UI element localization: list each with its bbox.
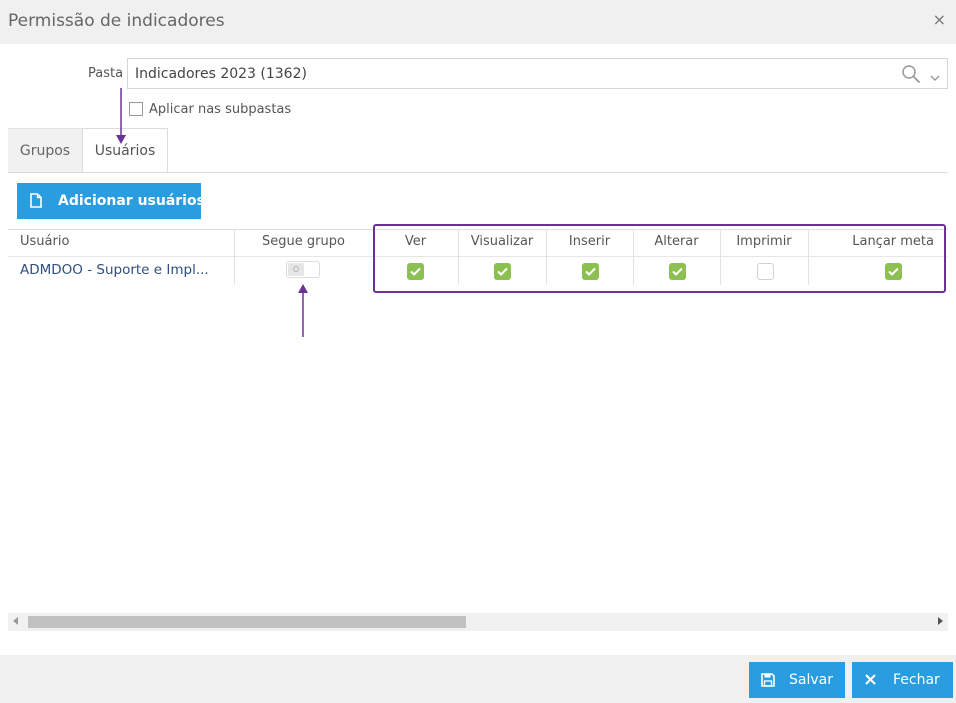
check-icon [410, 267, 421, 276]
check-icon [888, 267, 899, 276]
column-header-imprimir[interactable]: Imprimir [720, 234, 808, 249]
pasta-label: Pasta [88, 66, 124, 81]
save-label: Salvar [789, 672, 833, 688]
grid-header-border [8, 256, 948, 257]
table-row-usuario[interactable]: ADMDOO - Suporte e Impl... [20, 262, 209, 278]
apply-subfolders-label: Aplicar nas subpastas [149, 102, 292, 117]
column-header-ver[interactable]: Ver [373, 234, 458, 249]
permission-ver-checkbox[interactable] [407, 263, 424, 280]
permission-visualizar-checkbox[interactable] [494, 263, 511, 280]
toggle-knob: O [288, 263, 304, 276]
floppy-disk-icon [761, 673, 775, 691]
close-label: Fechar [893, 672, 940, 688]
scroll-left-arrow-icon[interactable] [13, 617, 18, 625]
close-icon[interactable]: × [933, 12, 946, 28]
check-icon [672, 267, 683, 276]
segue-grupo-toggle[interactable]: O [286, 261, 320, 278]
column-header-inserir[interactable]: Inserir [546, 234, 633, 249]
permission-alterar-checkbox[interactable] [669, 263, 686, 280]
permissions-grid: Usuário Segue grupo Ver Visualizar Inser… [8, 229, 948, 285]
check-icon [497, 267, 508, 276]
chevron-down-icon[interactable] [929, 68, 941, 87]
check-icon [585, 267, 596, 276]
horizontal-scrollbar[interactable] [8, 613, 948, 631]
tab-grupos[interactable]: Grupos [8, 128, 82, 173]
dialog-footer: Salvar Fechar [0, 655, 956, 703]
x-icon [864, 673, 877, 690]
permission-inserir-checkbox[interactable] [582, 263, 599, 280]
scroll-right-arrow-icon[interactable] [938, 617, 943, 625]
dialog-header: Permissão de indicadores × [0, 0, 956, 44]
scrollbar-thumb[interactable] [28, 616, 466, 628]
close-button[interactable]: Fechar [852, 662, 953, 698]
save-button[interactable]: Salvar [749, 662, 845, 698]
column-header-visualizar[interactable]: Visualizar [458, 234, 546, 249]
document-icon [30, 193, 42, 212]
permission-imprimir-checkbox[interactable] [757, 263, 774, 280]
annotation-arrows [116, 88, 308, 337]
add-users-label: Adicionar usuários [58, 193, 205, 209]
tabs-divider [8, 172, 948, 173]
add-users-button[interactable]: Adicionar usuários [17, 183, 205, 219]
pasta-value: Indicadores 2023 (1362) [135, 66, 307, 82]
column-header-segue-grupo[interactable]: Segue grupo [234, 234, 373, 249]
apply-subfolders-checkbox[interactable] [129, 102, 143, 116]
permissions-dialog: Permissão de indicadores × Pasta Indicad… [0, 0, 956, 703]
column-header-lancar-meta[interactable]: Lançar meta [808, 234, 948, 249]
grid-top-border [8, 229, 948, 230]
search-icon[interactable] [901, 64, 921, 88]
pasta-select[interactable]: Indicadores 2023 (1362) [127, 58, 948, 89]
tab-usuarios[interactable]: Usuários [82, 128, 168, 173]
permission-lancar-meta-checkbox[interactable] [885, 263, 902, 280]
dialog-title: Permissão de indicadores [8, 11, 225, 31]
column-header-usuario[interactable]: Usuário [20, 234, 69, 249]
column-header-alterar[interactable]: Alterar [633, 234, 720, 249]
